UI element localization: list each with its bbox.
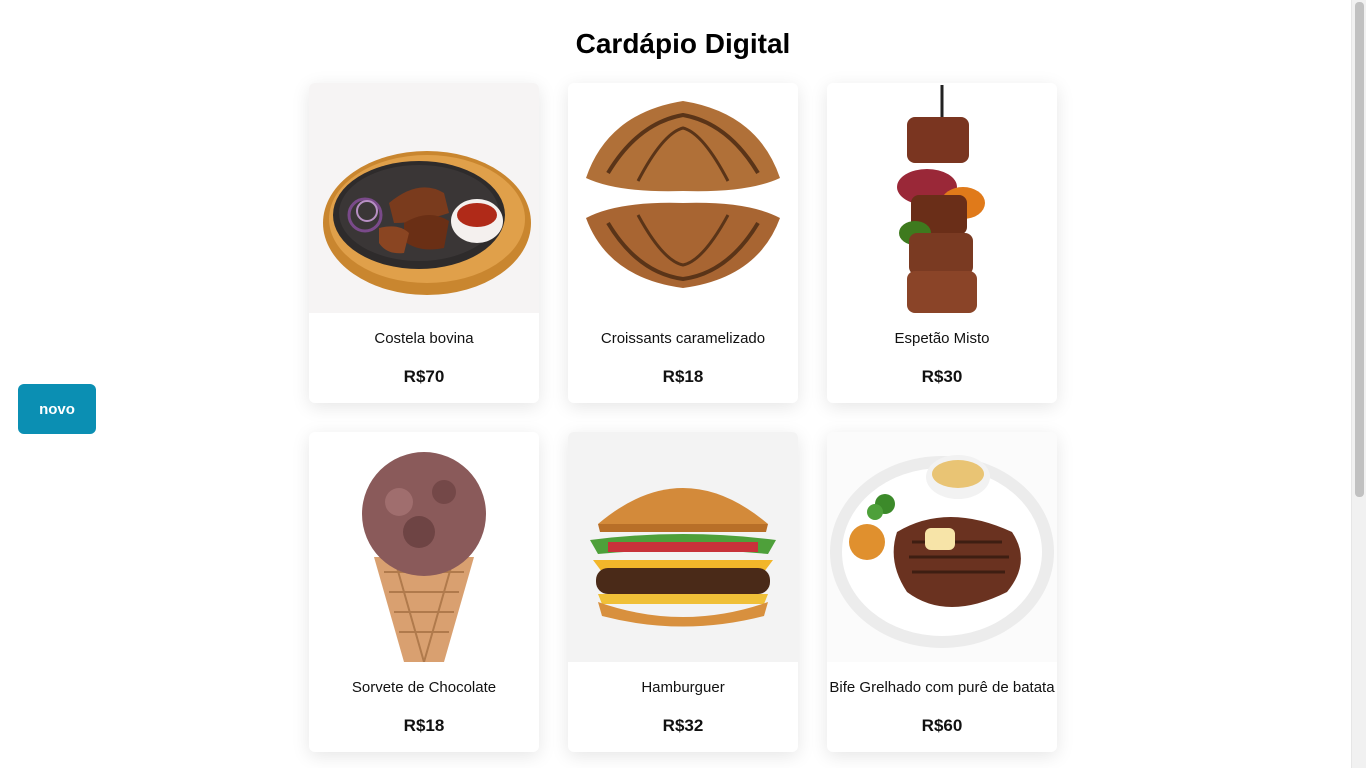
hamburger-icon [568, 432, 798, 662]
item-price: R$70 [403, 367, 445, 386]
item-price: R$32 [662, 716, 704, 735]
menu-card[interactable]: Bife Grelhado com purê de batata R$60 [827, 432, 1057, 752]
menu-card[interactable]: Sorvete de Chocolate R$18 [309, 432, 539, 752]
item-name: Espetão Misto [894, 330, 990, 347]
item-name: Hamburguer [641, 679, 725, 696]
menu-card[interactable]: Hamburguer R$32 [568, 432, 798, 752]
page: Cardápio Digital novo Costela bovina R$7… [0, 0, 1366, 768]
menu-card[interactable]: Espetão Misto R$30 [827, 83, 1057, 403]
ribs-platter-icon [309, 83, 539, 313]
steak-plate-icon [827, 432, 1057, 662]
scrollbar-thumb[interactable] [1355, 2, 1364, 497]
new-item-button[interactable]: novo [18, 384, 96, 434]
menu-card[interactable]: Croissants caramelizado R$18 [568, 83, 798, 403]
menu-grid: Costela bovina R$70 Croissants carameliz… [309, 83, 1057, 752]
vertical-scrollbar[interactable] [1351, 0, 1366, 768]
page-title: Cardápio Digital [575, 28, 791, 59]
item-price: R$60 [921, 716, 963, 735]
item-name: Sorvete de Chocolate [351, 679, 497, 696]
skewer-icon [827, 83, 1057, 313]
menu-card[interactable]: Costela bovina R$70 [309, 83, 539, 403]
item-price: R$30 [921, 367, 963, 386]
item-name: Croissants caramelizado [600, 330, 766, 347]
item-price: R$18 [403, 716, 445, 735]
item-name: Bife Grelhado com purê de batata [829, 679, 1055, 696]
item-price: R$18 [662, 367, 704, 386]
item-name: Costela bovina [374, 330, 474, 347]
ice-cream-cone-icon [309, 432, 539, 662]
croissant-icon [568, 83, 798, 313]
